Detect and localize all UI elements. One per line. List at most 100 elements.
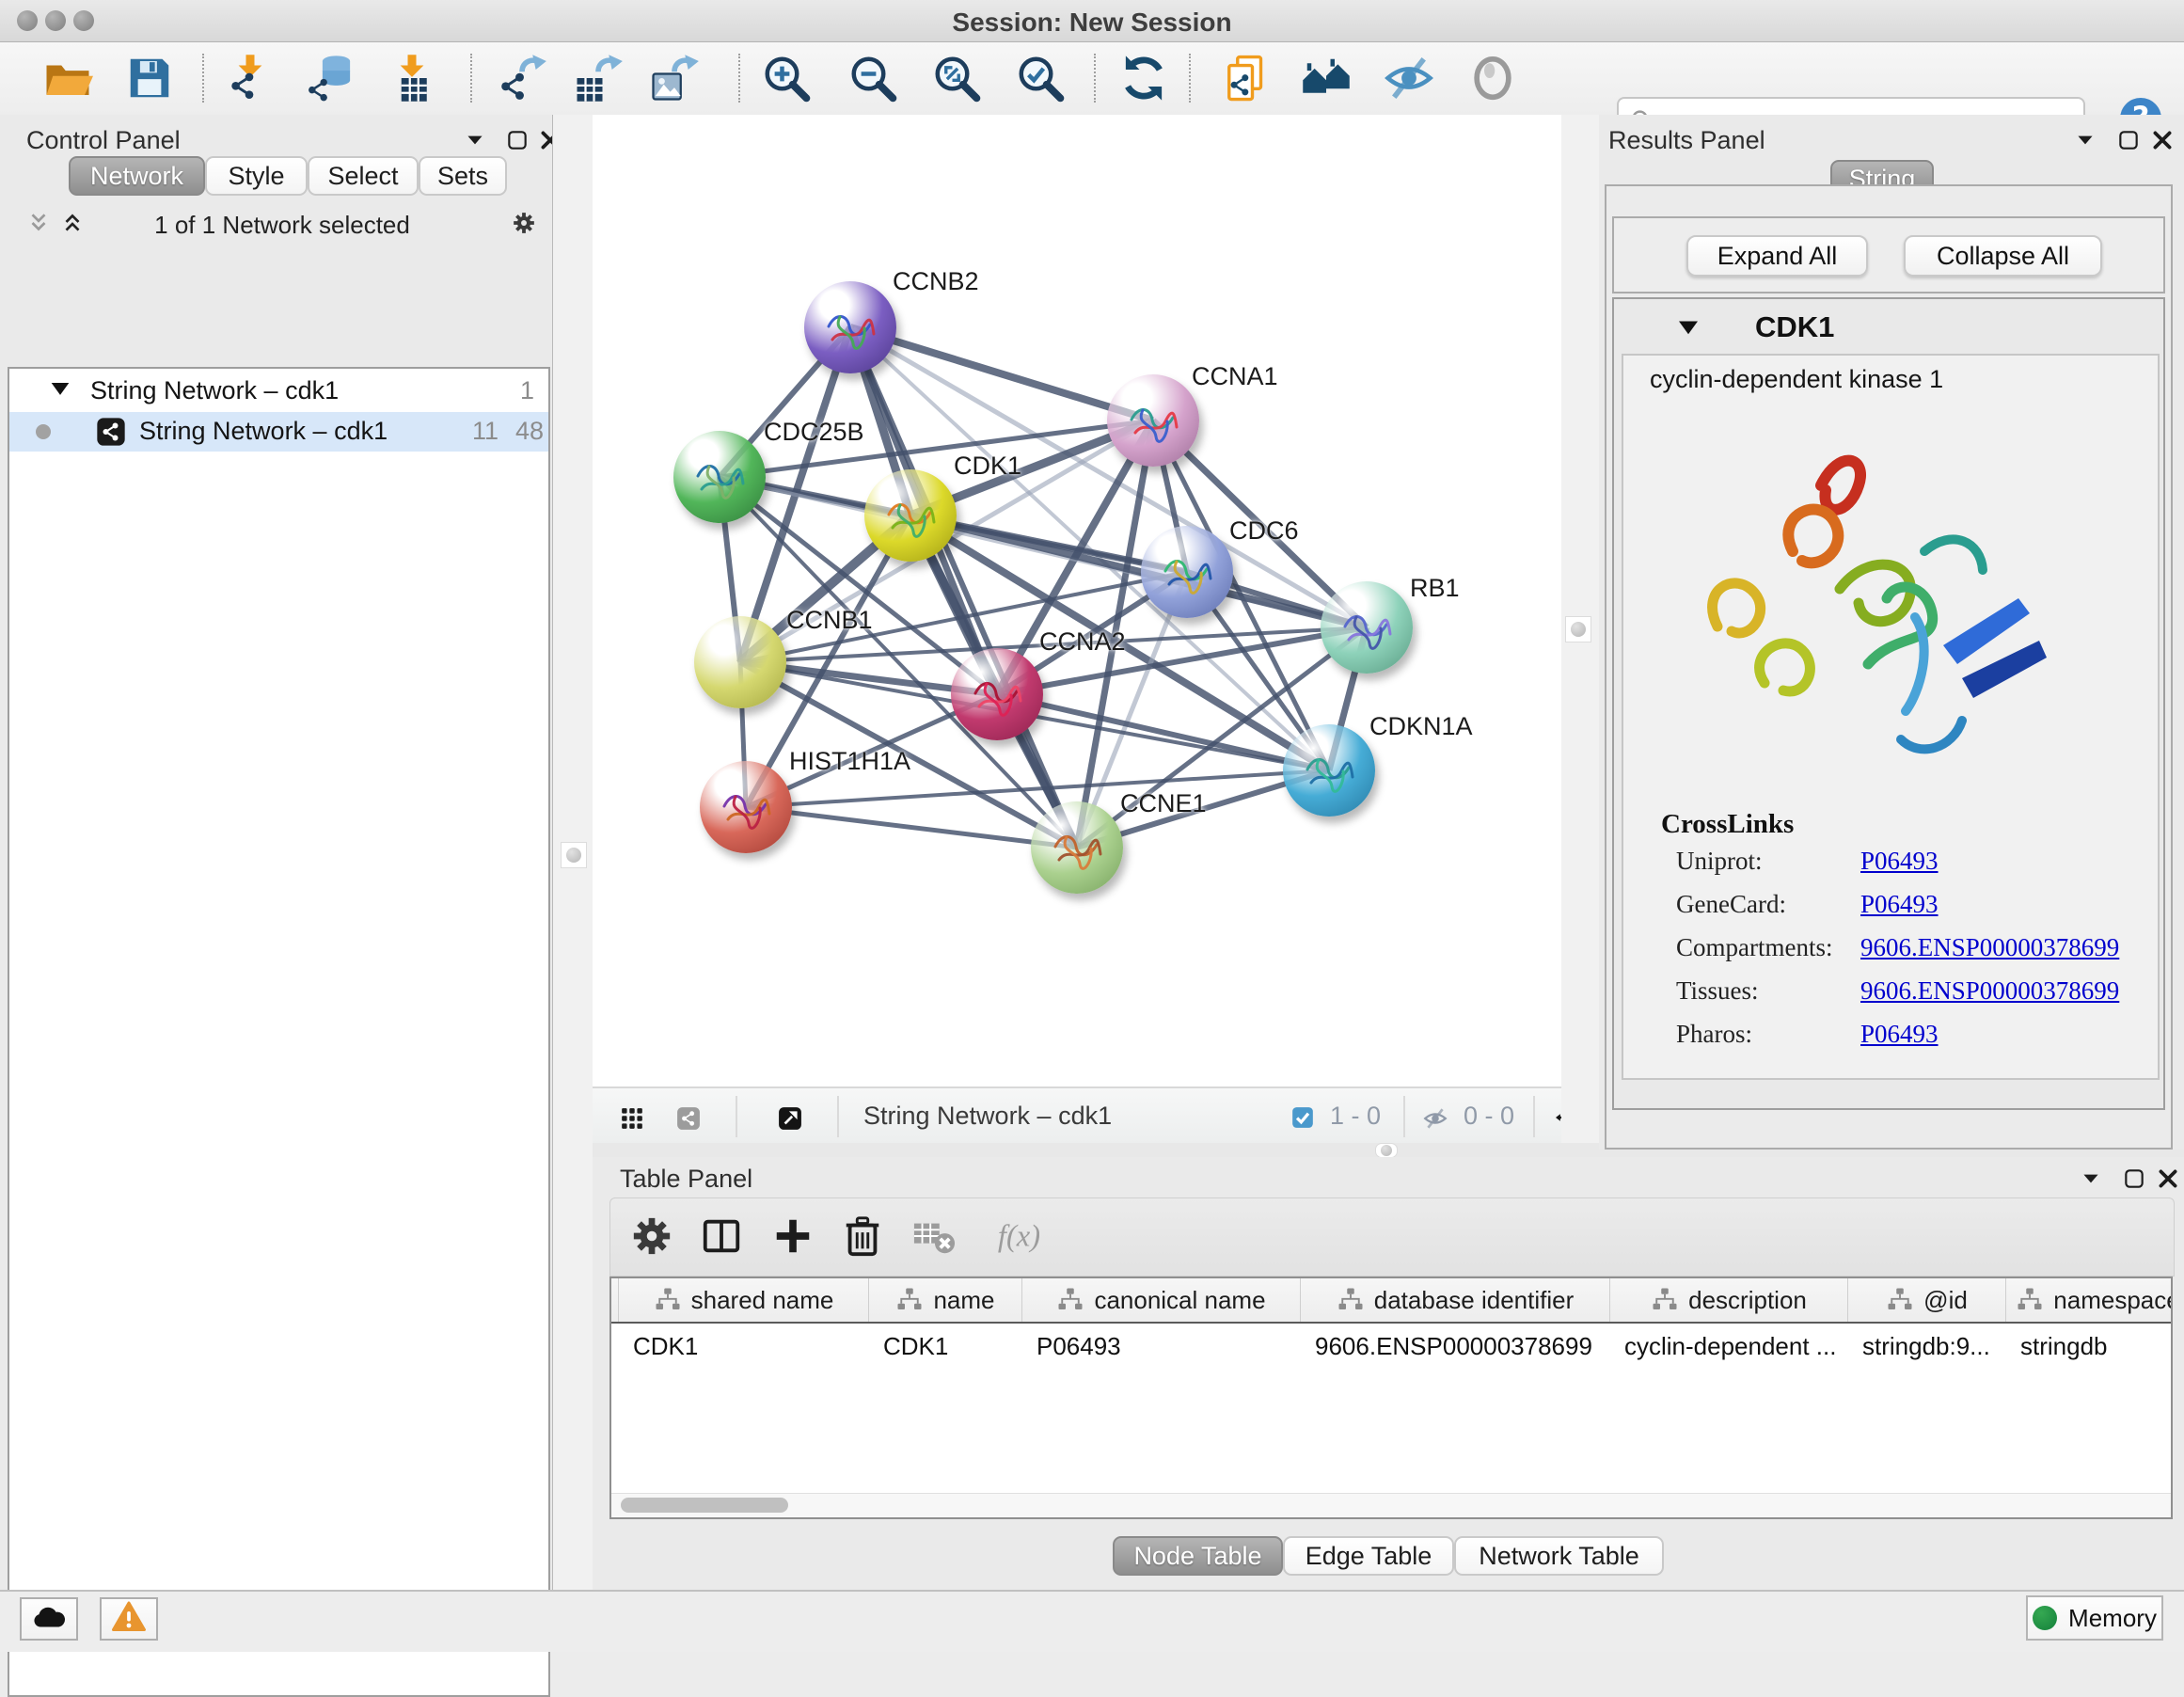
- grid-view-icon[interactable]: [611, 1098, 653, 1139]
- copy-network-button[interactable]: [1221, 51, 1275, 105]
- cloud-status-button[interactable]: [20, 1597, 78, 1641]
- tab-network-table[interactable]: Network Table: [1454, 1536, 1664, 1576]
- zoom-selected-button[interactable]: [1013, 51, 1068, 105]
- zoom-in-button[interactable]: [759, 51, 814, 105]
- import-network-from-database-button[interactable]: [305, 51, 359, 105]
- tab-select[interactable]: Select: [308, 156, 419, 196]
- warnings-button[interactable]: [100, 1597, 158, 1641]
- network-node-CCNB1[interactable]: [694, 616, 786, 708]
- column-header-database-identifier[interactable]: database identifier: [1300, 1278, 1609, 1322]
- network-options-gear-icon[interactable]: [508, 207, 540, 239]
- table-cell[interactable]: stringdb:9...: [1847, 1325, 2005, 1367]
- network-edge-CCNA2-CDKN1A[interactable]: [997, 694, 1329, 770]
- tab-style[interactable]: Style: [205, 156, 308, 196]
- crosslink-label: Tissues:: [1676, 976, 1759, 1006]
- hidden-eye-slash-icon[interactable]: [1416, 1100, 1454, 1137]
- section-expander-icon[interactable]: [1674, 314, 1702, 342]
- network-edge-HIST1H1A-CCNE1[interactable]: [746, 807, 1077, 848]
- toolbar-separator: [738, 54, 740, 103]
- hide-selected-button[interactable]: [1382, 51, 1436, 105]
- network-node-HIST1H1A[interactable]: [700, 761, 792, 853]
- show-all-button[interactable]: [1465, 51, 1520, 105]
- add-column-icon[interactable]: [768, 1212, 817, 1261]
- birdseye-view-icon[interactable]: [769, 1098, 811, 1139]
- table-settings-gear-icon[interactable]: [627, 1212, 676, 1261]
- expand-all-networks-icon[interactable]: [56, 207, 88, 239]
- window-title: Session: New Session: [0, 8, 2184, 38]
- crosslink-link[interactable]: P06493: [1860, 847, 1939, 876]
- tab-edge-table[interactable]: Edge Table: [1283, 1536, 1454, 1576]
- splitter-handle[interactable]: [1565, 616, 1591, 642]
- crosslink-link[interactable]: 9606.ENSP00000378699: [1860, 976, 2119, 1006]
- open-session-button[interactable]: [40, 51, 95, 105]
- splitter-handle[interactable]: [561, 842, 587, 868]
- table-cell[interactable]: 9606.ENSP00000378699: [1300, 1325, 1609, 1367]
- network-node-RB1[interactable]: [1321, 581, 1413, 674]
- memory-button[interactable]: Memory: [2026, 1595, 2163, 1641]
- zoom-fit-button[interactable]: [929, 51, 984, 105]
- column-header-description[interactable]: description: [1609, 1278, 1847, 1322]
- zoom-out-button[interactable]: [846, 51, 900, 105]
- network-node-CDC25B[interactable]: [673, 431, 766, 523]
- delete-column-icon[interactable]: [838, 1212, 887, 1261]
- table-hscroll-thumb[interactable]: [621, 1498, 788, 1513]
- column-header-shared-name[interactable]: shared name: [618, 1278, 868, 1322]
- table-cell[interactable]: cyclin-dependent ...: [1609, 1325, 1847, 1367]
- table-cell[interactable]: stringdb: [2005, 1325, 2173, 1367]
- table-cell[interactable]: CDK1: [618, 1325, 868, 1367]
- collapse-all-networks-icon[interactable]: [23, 207, 55, 239]
- close-panel-icon[interactable]: [2152, 1163, 2184, 1195]
- maximize-panel-icon[interactable]: [2113, 124, 2144, 156]
- column-header--id[interactable]: @id: [1847, 1278, 2005, 1322]
- table-hscroll-track[interactable]: [611, 1493, 2171, 1519]
- maximize-panel-icon[interactable]: [2118, 1163, 2150, 1195]
- float-panel-icon[interactable]: [459, 124, 491, 156]
- crosslink-link[interactable]: 9606.ENSP00000378699: [1860, 933, 2119, 962]
- show-columns-icon[interactable]: [697, 1212, 746, 1261]
- table-cell[interactable]: CDK1: [868, 1325, 1021, 1367]
- tab-sets[interactable]: Sets: [419, 156, 507, 196]
- network-node-CCNB2[interactable]: [804, 281, 896, 373]
- network-badge-icon[interactable]: [668, 1098, 709, 1139]
- network-collection-row[interactable]: String Network – cdk1 1: [9, 373, 548, 412]
- selected-checkbox-icon[interactable]: [1285, 1100, 1321, 1135]
- network-node-CDKN1A[interactable]: [1283, 724, 1375, 817]
- network-node-CDK1[interactable]: [864, 469, 957, 562]
- node-table[interactable]: shared namenamecanonical namedatabase id…: [609, 1277, 2173, 1519]
- save-session-button[interactable]: [122, 51, 177, 105]
- first-neighbors-button[interactable]: [1299, 51, 1353, 105]
- network-row-selected[interactable]: String Network – cdk1 11 48: [9, 412, 548, 452]
- network-node-CCNA2[interactable]: [951, 648, 1043, 740]
- network-node-CCNA1[interactable]: [1107, 374, 1199, 467]
- float-panel-icon[interactable]: [2069, 124, 2101, 156]
- export-image-button[interactable]: [647, 51, 702, 105]
- collapse-all-button[interactable]: Collapse All: [1904, 235, 2102, 277]
- node-label: CCNA2: [1039, 627, 1126, 657]
- tab-network[interactable]: Network: [69, 156, 205, 196]
- import-table-button[interactable]: [385, 51, 439, 105]
- network-node-CDC6[interactable]: [1141, 526, 1233, 618]
- collection-expander-icon[interactable]: [47, 376, 73, 403]
- table-cell[interactable]: P06493: [1021, 1325, 1300, 1367]
- export-network-button[interactable]: [495, 51, 549, 105]
- network-canvas[interactable]: CCNB2CCNA1CDC25BCDK1CDC6RB1CCNB1CCNA2HIS…: [593, 115, 1561, 1086]
- maximize-panel-icon[interactable]: [501, 124, 533, 156]
- svg-text:f(x): f(x): [998, 1220, 1039, 1254]
- splitter-handle[interactable]: [1375, 1143, 1398, 1158]
- close-panel-icon[interactable]: [2146, 124, 2178, 156]
- float-panel-icon[interactable]: [2075, 1163, 2107, 1195]
- refresh-button[interactable]: [1116, 51, 1171, 105]
- crosslink-link[interactable]: P06493: [1860, 890, 1939, 919]
- column-header-name[interactable]: name: [868, 1278, 1021, 1322]
- right-panel-splitter[interactable]: [1561, 115, 1601, 1150]
- left-panel-splitter[interactable]: [552, 115, 594, 1590]
- tab-node-table[interactable]: Node Table: [1113, 1536, 1283, 1576]
- export-table-button[interactable]: [571, 51, 625, 105]
- import-network-button[interactable]: [223, 51, 277, 105]
- network-node-CCNE1[interactable]: [1031, 801, 1123, 894]
- collection-count: 1: [480, 376, 534, 405]
- column-header-namespace[interactable]: namespace: [2005, 1278, 2173, 1322]
- expand-all-button[interactable]: Expand All: [1686, 235, 1868, 277]
- crosslink-link[interactable]: P06493: [1860, 1020, 1939, 1049]
- column-header-canonical-name[interactable]: canonical name: [1021, 1278, 1300, 1322]
